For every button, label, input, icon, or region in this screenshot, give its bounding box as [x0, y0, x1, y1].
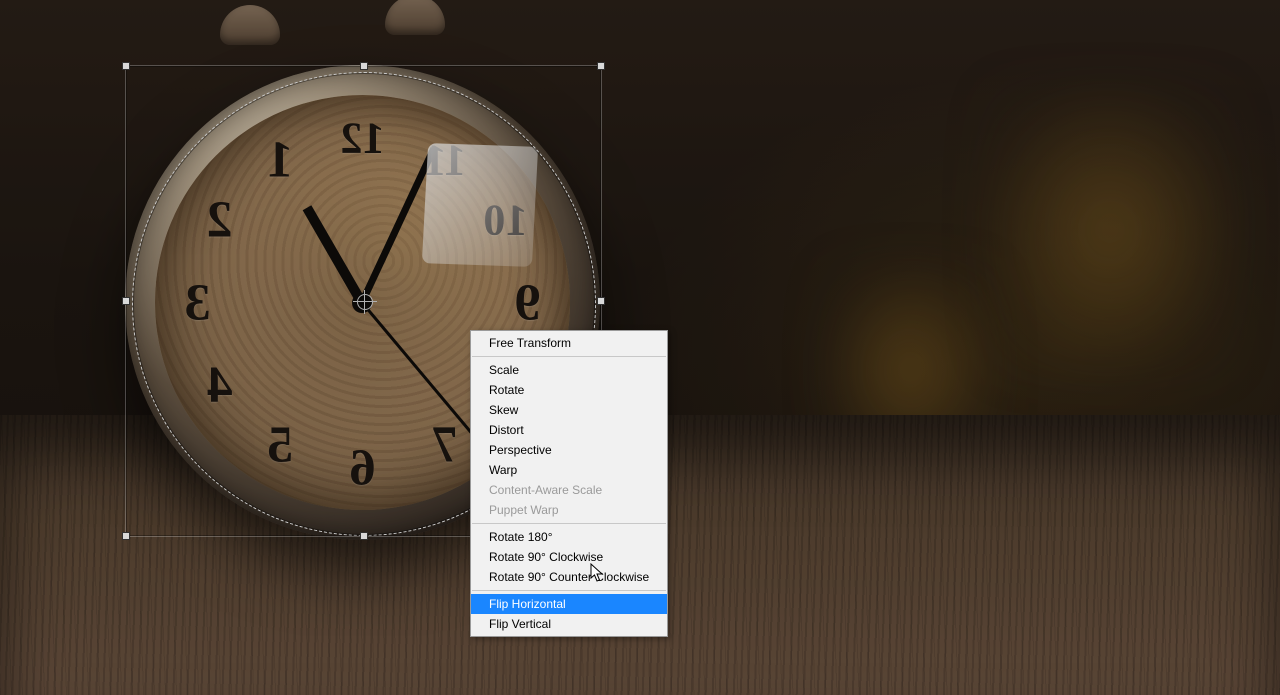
- transform-pivot-icon[interactable]: [357, 294, 373, 310]
- transform-handle[interactable]: [597, 62, 605, 70]
- menu-item-puppet-warp: Puppet Warp: [471, 500, 667, 520]
- transform-handle[interactable]: [360, 62, 368, 70]
- menu-separator: [472, 590, 666, 591]
- transform-handle[interactable]: [122, 297, 130, 305]
- menu-item-warp[interactable]: Warp: [471, 460, 667, 480]
- menu-item-rotate-90-counter-clockwise[interactable]: Rotate 90° Counter Clockwise: [471, 567, 667, 587]
- menu-item-flip-horizontal[interactable]: Flip Horizontal: [471, 594, 667, 614]
- menu-item-content-aware-scale: Content-Aware Scale: [471, 480, 667, 500]
- menu-item-skew[interactable]: Skew: [471, 400, 667, 420]
- menu-item-rotate[interactable]: Rotate: [471, 380, 667, 400]
- editor-canvas[interactable]: 121234567891011 Free TransformScaleRotat…: [0, 0, 1280, 695]
- menu-item-distort[interactable]: Distort: [471, 420, 667, 440]
- menu-separator: [472, 523, 666, 524]
- transform-handle[interactable]: [122, 532, 130, 540]
- menu-item-perspective[interactable]: Perspective: [471, 440, 667, 460]
- transform-handle[interactable]: [360, 532, 368, 540]
- transform-context-menu[interactable]: Free Transform ScaleRotateSkewDistortPers…: [470, 330, 668, 637]
- background-blur: [980, 80, 1240, 380]
- menu-item-free-transform[interactable]: Free Transform: [471, 333, 667, 353]
- transform-handle[interactable]: [597, 297, 605, 305]
- menu-separator: [472, 356, 666, 357]
- menu-item-rotate-90-clockwise[interactable]: Rotate 90° Clockwise: [471, 547, 667, 567]
- transform-handle[interactable]: [122, 62, 130, 70]
- menu-item-flip-vertical[interactable]: Flip Vertical: [471, 614, 667, 634]
- menu-item-rotate-180[interactable]: Rotate 180°: [471, 527, 667, 547]
- menu-item-scale[interactable]: Scale: [471, 360, 667, 380]
